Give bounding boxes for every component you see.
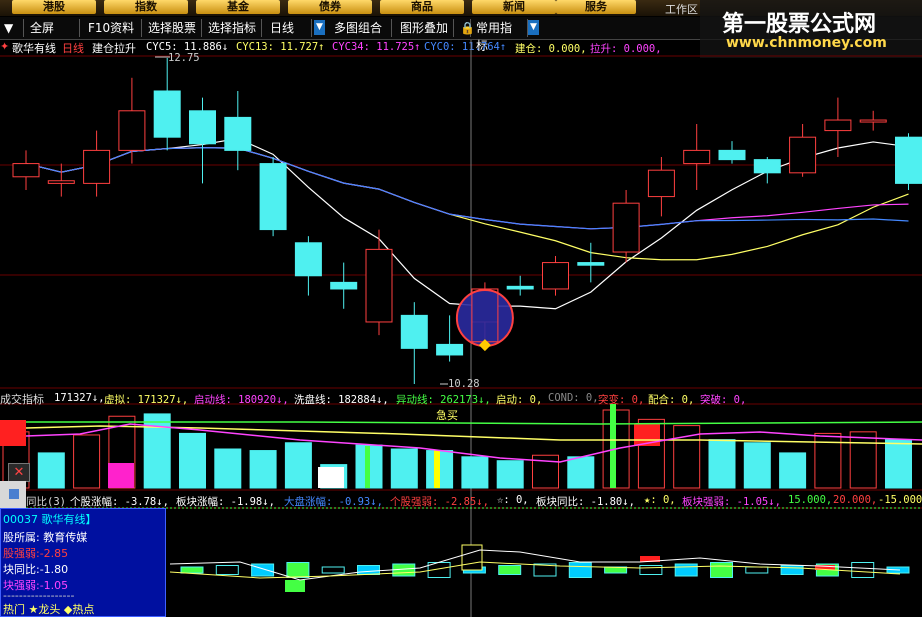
candle-body xyxy=(365,248,393,323)
buy-signal-label: 急买 xyxy=(436,409,458,422)
cond-value: COND: 0, xyxy=(548,392,599,404)
sector-bar xyxy=(357,565,380,575)
sector-panel-title: 同比(3) xyxy=(26,496,66,508)
candle-body xyxy=(859,119,887,123)
stock-strength-value: 个股强弱: -2.85↓, xyxy=(390,496,489,508)
volume-bar xyxy=(567,456,595,489)
candle-body xyxy=(118,110,146,151)
sector-bar xyxy=(568,562,592,578)
candle-body xyxy=(753,159,781,174)
volume-bar xyxy=(214,448,242,489)
qidong-value: 启动: 0, xyxy=(496,394,543,406)
volume-bar xyxy=(849,431,877,489)
level-15: 15.000, xyxy=(788,494,833,506)
peihe-value: 配合: 0, xyxy=(648,394,695,406)
candle-body xyxy=(153,90,181,138)
volume-bars xyxy=(0,404,922,489)
candle-body xyxy=(647,169,675,198)
info-stock-strength: 股强弱:-2.85 xyxy=(3,547,69,560)
level-20: 20.000, xyxy=(833,494,878,506)
sector-bar xyxy=(321,566,345,574)
star-value: ☆: 0, xyxy=(497,494,529,506)
volume-value: 171327↓, xyxy=(54,392,105,404)
signal-block xyxy=(434,450,440,488)
info-sector-yoy: 块同比:-1.80 xyxy=(3,563,69,576)
candles xyxy=(12,58,922,384)
candle-body xyxy=(47,180,75,184)
sector-bar xyxy=(461,544,483,571)
signal-block xyxy=(365,446,370,488)
market-rise-value: 大盘涨幅: -0.93↓, xyxy=(284,496,383,508)
close-icon[interactable]: ✕ xyxy=(8,463,30,482)
volume-bar xyxy=(249,450,277,489)
volume-bar xyxy=(37,452,65,489)
signal-block xyxy=(0,420,26,446)
star2-value: ★: 0, xyxy=(644,494,676,506)
volume-bar xyxy=(179,432,206,489)
tupo-value: 突破: 0, xyxy=(700,394,747,406)
high-price-label: 12.75 xyxy=(168,52,200,64)
candle-body xyxy=(189,110,216,145)
candle-body xyxy=(506,285,534,290)
sector-bar xyxy=(674,563,698,577)
volume-panel-title: 成交指标 xyxy=(0,393,44,406)
candle-body xyxy=(789,136,817,174)
signal-block xyxy=(108,463,134,488)
candle-body xyxy=(612,202,640,253)
sector-bar xyxy=(639,565,663,575)
candle-body xyxy=(330,281,358,290)
scroll-icon[interactable] xyxy=(9,489,19,499)
tubian-value: 突变: 0, xyxy=(598,394,645,406)
candle-body xyxy=(259,163,287,231)
sector-yoy-value: 板块同比: -1.80↓, xyxy=(536,496,635,508)
candle-body xyxy=(824,119,852,132)
candle-body xyxy=(294,242,322,277)
signal-block xyxy=(610,404,616,488)
stock-rise-value: 个股涨幅: -3.78↓, xyxy=(70,496,169,508)
signal-circle xyxy=(455,289,514,348)
level-minus-15: -15.000 xyxy=(878,494,922,506)
yidongxian-value: 异动线: 262173↓, xyxy=(396,394,491,406)
sector-bar xyxy=(285,580,305,592)
volume-bar xyxy=(284,442,312,489)
candle-body xyxy=(718,149,746,161)
sector-strength-value: 板块强弱: -1.05↓, xyxy=(682,496,781,508)
sector-bar xyxy=(286,562,310,578)
qidongxian-value: 启动线: 180920↓, xyxy=(194,394,289,406)
stock-info-box: 00037 歌华有线】 股所属: 教育传媒 股强弱:-2.85 块同比:-1.8… xyxy=(0,508,166,617)
candle-body xyxy=(224,116,252,151)
sector-bar xyxy=(851,562,875,578)
volume-bar xyxy=(743,442,771,489)
candle-body xyxy=(400,314,428,349)
sector-bar xyxy=(498,565,522,575)
candle-body xyxy=(895,136,922,184)
volume-bar xyxy=(461,456,489,489)
candle-body xyxy=(12,163,40,178)
candle-body xyxy=(542,262,569,290)
sector-bar xyxy=(215,565,239,575)
volume-bar xyxy=(779,452,807,489)
candle-body xyxy=(436,343,464,356)
info-code-name: 00037 歌华有线】 xyxy=(3,513,97,526)
volume-bar xyxy=(708,439,736,489)
info-legend: 热门 ★龙头 ◆热点 xyxy=(3,603,95,616)
volume-bar xyxy=(885,439,912,489)
volume-bar xyxy=(390,448,418,489)
sector-rise-value: 板块涨幅: -1.98↓, xyxy=(176,496,275,508)
signal-block xyxy=(318,467,344,488)
info-sector: 股所属: 教育传媒 xyxy=(3,531,88,544)
candle-body xyxy=(683,149,711,165)
sector-bar xyxy=(180,566,204,574)
sector-bar xyxy=(710,562,733,578)
low-price-label: 10.28 xyxy=(448,378,480,390)
volume-bar xyxy=(73,434,101,489)
sector-bar xyxy=(780,565,804,575)
sector-bar xyxy=(251,563,275,577)
volume-bar xyxy=(496,460,524,489)
candle-body xyxy=(83,149,111,184)
candle-body xyxy=(577,262,605,266)
virtual-value: 虚拟: 171327↓, xyxy=(104,394,189,406)
xipanxian-value: 洗盘线: 182884↓, xyxy=(294,394,389,406)
sector-bar xyxy=(745,566,769,574)
